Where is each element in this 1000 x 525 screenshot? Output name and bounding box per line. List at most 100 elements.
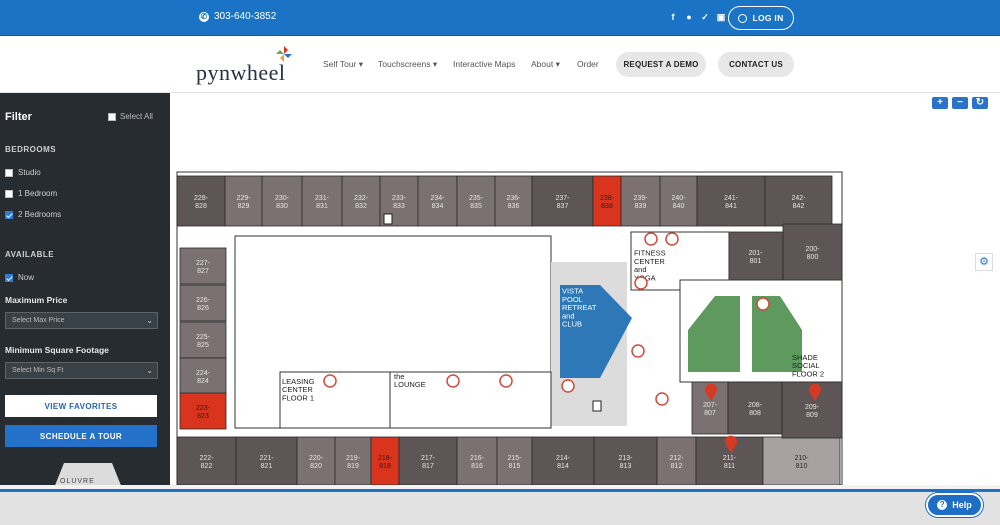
- max-price-select[interactable]: Select Max Price ⌄: [5, 312, 158, 329]
- zoom-out-button[interactable]: −: [952, 97, 968, 109]
- map-label: 217-817: [421, 455, 436, 470]
- view-favorites-button[interactable]: VIEW FAVORITES: [5, 395, 157, 417]
- nav-interactive-maps[interactable]: Interactive Maps: [453, 59, 515, 69]
- login-label: LOG IN: [752, 13, 784, 23]
- map-label: 220-820: [309, 455, 324, 470]
- unit-left-2[interactable]: 225-825: [179, 321, 227, 359]
- unit-top-14[interactable]: 242-842: [764, 175, 833, 227]
- unit-bottom-3[interactable]: 219-819: [334, 436, 372, 485]
- trash-icon: [592, 400, 602, 412]
- gear-icon[interactable]: ⚙: [975, 253, 993, 271]
- unit-top-3[interactable]: 231-831: [301, 175, 343, 227]
- unit-bottom-5[interactable]: 217-817: [398, 436, 458, 485]
- site-header: pynwheel Self Tour ▾ Touchscreens ▾ Inte…: [0, 36, 1000, 93]
- twitter-icon[interactable]: ✓: [700, 12, 710, 22]
- schedule-tour-button[interactable]: SCHEDULE A TOUR: [5, 425, 157, 447]
- amenity-badge-icon[interactable]: [655, 392, 669, 406]
- unit-top-4[interactable]: 232-832: [341, 175, 381, 227]
- zoom-in-button[interactable]: +: [932, 97, 948, 109]
- linkedin-icon[interactable]: ▣: [716, 12, 726, 22]
- nav-touchscreens[interactable]: Touchscreens ▾: [378, 59, 437, 70]
- unit-bottom-2[interactable]: 220-820: [296, 436, 336, 485]
- social-links: f ● ✓ ▣: [668, 12, 726, 22]
- unit-bottom-12[interactable]: 210-810: [762, 436, 841, 485]
- map-label: 233-833: [392, 195, 407, 210]
- contact-us-button[interactable]: CONTACT US: [718, 52, 794, 77]
- map-label: 219-819: [346, 455, 361, 470]
- unit-bottom-1[interactable]: 221-821: [235, 436, 298, 485]
- select-all-checkbox[interactable]: Select All: [108, 112, 153, 121]
- nav-self-tour[interactable]: Self Tour ▾: [323, 59, 363, 70]
- map-label: 200-800: [805, 246, 820, 261]
- unit-right-0[interactable]: 201-801: [727, 231, 784, 281]
- map-label: 232-832: [354, 195, 369, 210]
- google-icon[interactable]: ●: [684, 12, 694, 22]
- unit-bottom-9[interactable]: 213-813: [593, 436, 658, 485]
- unit-top-7[interactable]: 235-835: [456, 175, 496, 227]
- studio-checkbox[interactable]: Studio: [5, 168, 41, 177]
- map-label: 225-825: [196, 334, 211, 349]
- unit-bottom-4[interactable]: 218-818: [370, 436, 400, 485]
- checkbox-icon: [108, 112, 116, 121]
- phone-number: 303-640-3852: [214, 11, 277, 22]
- unit-left-1[interactable]: 226-826: [179, 284, 227, 322]
- amenity-badge-icon[interactable]: [561, 379, 575, 393]
- available-heading: AVAILABLE: [5, 250, 55, 259]
- unit-top-8[interactable]: 236-836: [494, 175, 533, 227]
- min-sqft-label: Minimum Square Footage: [5, 345, 109, 355]
- amenity-badge-icon[interactable]: [756, 297, 770, 311]
- unit-right-3[interactable]: 208-808: [727, 381, 783, 435]
- login-button[interactable]: LOG IN: [728, 6, 794, 30]
- amenity-badge-icon[interactable]: [631, 344, 645, 358]
- trash-icon: [383, 213, 393, 225]
- unit-top-2[interactable]: 230-830: [261, 175, 303, 227]
- nav-about[interactable]: About ▾: [531, 59, 560, 70]
- amenity-badge-icon[interactable]: [644, 232, 658, 246]
- map-label: 224-824: [196, 370, 211, 385]
- unit-bottom-8[interactable]: 214-814: [531, 436, 595, 485]
- unit-top-1[interactable]: 229-829: [224, 175, 263, 227]
- unit-bottom-6[interactable]: 216-816: [456, 436, 498, 485]
- available-now-checkbox[interactable]: Now: [5, 273, 34, 282]
- property-brand-badge: OLUVRE: [48, 463, 128, 485]
- amenity-badge-icon[interactable]: [634, 276, 648, 290]
- unit-top-6[interactable]: 234-834: [417, 175, 458, 227]
- one-bedroom-checkbox[interactable]: 1 Bedroom: [5, 189, 57, 198]
- pynwheel-logo[interactable]: pynwheel: [196, 46, 296, 86]
- checkbox-checked-icon: [5, 273, 13, 282]
- amenity-badge-icon[interactable]: [499, 374, 513, 388]
- phone-contact[interactable]: ✆ 303-640-3852: [199, 11, 276, 22]
- unit-top-10[interactable]: 238-838: [592, 175, 622, 227]
- map-label: 229-829: [236, 195, 251, 210]
- unit-bottom-7[interactable]: 215-815: [496, 436, 533, 485]
- unit-top-11[interactable]: 239-839: [620, 175, 661, 227]
- map-label: 236-836: [506, 195, 521, 210]
- chevron-down-icon: ▾: [555, 59, 560, 69]
- unit-left-3[interactable]: 224-824: [179, 357, 227, 395]
- two-bedrooms-checkbox[interactable]: 2 Bedrooms: [5, 210, 61, 219]
- facebook-icon[interactable]: f: [668, 12, 678, 22]
- unit-top-0[interactable]: 228-828: [176, 175, 226, 227]
- unit-bottom-10[interactable]: 212-812: [656, 436, 697, 485]
- floor-plan-map[interactable]: 228-828 229-829 230-830 231-831 232-832 233-8…: [170, 93, 1000, 485]
- min-sqft-select[interactable]: Select Min Sq Ft ⌄: [5, 362, 158, 379]
- unit-left-4[interactable]: 223-823: [179, 392, 227, 430]
- map-label: 231-831: [315, 195, 330, 210]
- unit-top-13[interactable]: 241-841: [696, 175, 766, 227]
- unit-left-0[interactable]: 227-827: [179, 247, 227, 285]
- phone-icon: ✆: [199, 11, 209, 22]
- unit-top-12[interactable]: 240-840: [659, 175, 698, 227]
- unit-bottom-0[interactable]: 222-822: [176, 436, 237, 485]
- unit-right-1[interactable]: 200-800: [782, 223, 843, 281]
- reset-view-button[interactable]: ↻: [972, 97, 988, 109]
- map-label: 215-815: [507, 455, 522, 470]
- amenity-badge-icon[interactable]: [665, 232, 679, 246]
- amenity-badge-icon[interactable]: [323, 374, 337, 388]
- help-button[interactable]: ? Help: [926, 493, 983, 517]
- floor-plan-svg[interactable]: 228-828 229-829 230-830 231-831 232-832 233-8…: [170, 93, 1000, 485]
- chevron-down-icon: ⌄: [146, 366, 153, 375]
- request-demo-button[interactable]: REQUEST A DEMO: [616, 52, 706, 77]
- nav-order[interactable]: Order: [577, 59, 599, 69]
- amenity-badge-icon[interactable]: [446, 374, 460, 388]
- unit-top-9[interactable]: 237-837: [531, 175, 594, 227]
